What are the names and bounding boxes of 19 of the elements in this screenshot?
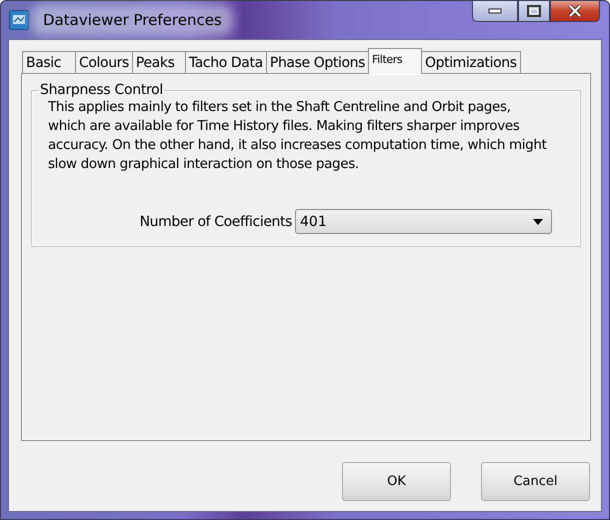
- close-icon: [567, 4, 583, 18]
- maximize-icon: [527, 5, 541, 17]
- group-title: Sharpness Control: [39, 82, 164, 98]
- field-label: Number of Coefficients: [140, 214, 292, 230]
- close-button[interactable]: [550, 1, 600, 22]
- window-title: Dataviewer Preferences: [37, 10, 228, 30]
- coefficients-dropdown[interactable]: 401: [295, 209, 552, 234]
- dialog-button[interactable]: OK: [342, 462, 451, 501]
- tab[interactable]: Phase Options: [266, 51, 369, 73]
- maximize-button[interactable]: [518, 1, 550, 22]
- minimize-icon: [488, 8, 502, 14]
- tab[interactable]: Optimizations: [421, 51, 521, 73]
- description-text: This applies mainly to filters set in the Shaft Centreline and Orbit pages, which are available for Time History files. Making filters sharper improves accuracy. On the other hand, it also increases computation time, which might slow down graphical interaction on those pages.: [48, 98, 548, 174]
- dropdown-arrow-icon: [533, 218, 543, 224]
- tab[interactable]: Filters: [368, 48, 422, 74]
- app-icon: [9, 10, 29, 30]
- minimize-button[interactable]: [472, 1, 518, 22]
- tab[interactable]: Basic: [22, 51, 76, 73]
- dialog-button[interactable]: Cancel: [481, 462, 590, 501]
